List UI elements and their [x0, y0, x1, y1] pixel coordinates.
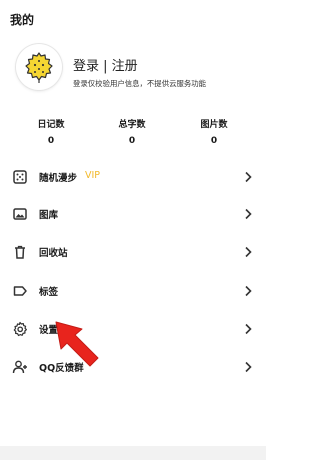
tag-icon	[13, 286, 27, 296]
bottom-bar	[0, 446, 266, 460]
menu-label: 标签	[39, 287, 59, 298]
menu-item-settings[interactable]: 设置	[0, 315, 266, 343]
stat-word-count: 总字数 0	[102, 117, 162, 146]
menu-label: 随机漫步	[39, 173, 78, 184]
stat-image-count: 图片数 0	[184, 117, 244, 146]
stat-label: 日记数	[37, 120, 65, 130]
menu-label: 回收站	[39, 248, 68, 259]
stat-diary-count: 日记数 0	[21, 117, 81, 146]
login-register-link[interactable]: 登录 | 注册	[73, 55, 138, 74]
red-arrow-annotation	[55, 321, 99, 367]
image-icon	[13, 208, 27, 220]
menu-item-qq-feedback-group[interactable]: QQ反馈群	[0, 353, 266, 381]
chevron-right-icon	[245, 323, 252, 335]
menu-item-tags[interactable]: 标签	[0, 277, 266, 305]
menu-label: 图库	[39, 210, 59, 221]
durian-avatar-icon	[25, 52, 53, 83]
stat-label: 图片数	[200, 120, 228, 130]
stat-value: 0	[128, 136, 136, 146]
trash-icon	[15, 245, 25, 259]
avatar[interactable]	[16, 44, 62, 90]
stat-value: 0	[47, 136, 55, 146]
dice-icon	[13, 170, 27, 184]
stat-label: 总字数	[118, 120, 146, 130]
menu-item-gallery[interactable]: 图库	[0, 200, 266, 228]
menu-item-recycle-bin[interactable]: 回收站	[0, 238, 266, 266]
login-note: 登录仅校验用户信息，不提供云服务功能	[73, 79, 207, 88]
gear-icon	[13, 321, 27, 337]
add-user-icon	[12, 360, 27, 374]
menu-item-random-walk[interactable]: 随机漫步 VIP	[0, 163, 266, 191]
stat-value: 0	[210, 136, 218, 146]
chevron-right-icon	[245, 171, 252, 183]
chevron-right-icon	[245, 285, 252, 297]
vip-badge: VIP	[85, 170, 101, 181]
page-title: 我的	[10, 13, 35, 27]
chevron-right-icon	[245, 246, 252, 258]
chevron-right-icon	[245, 361, 252, 373]
chevron-right-icon	[245, 208, 252, 220]
